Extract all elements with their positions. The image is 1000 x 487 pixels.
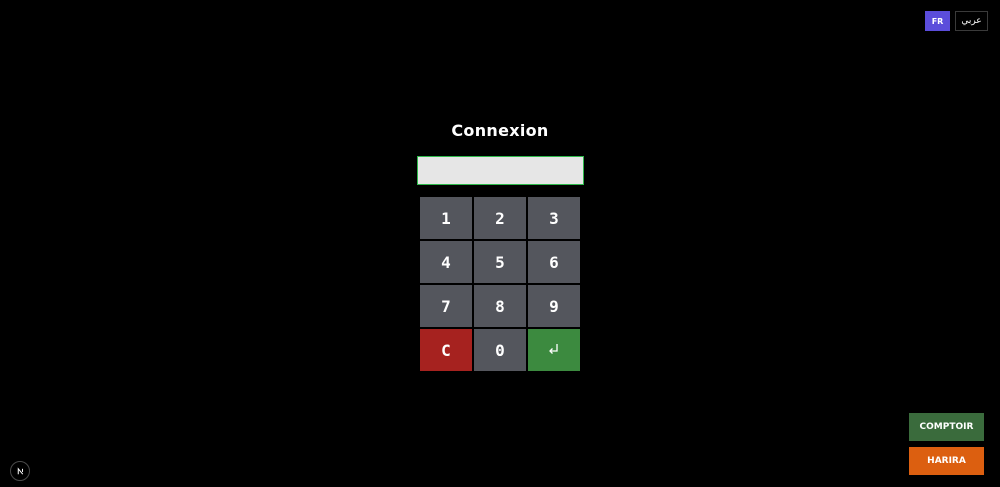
key-6[interactable]: 6	[528, 241, 580, 283]
key-0[interactable]: 0	[474, 329, 526, 371]
key-1[interactable]: 1	[420, 197, 472, 239]
nextjs-logo-icon[interactable]	[10, 461, 30, 481]
harira-button[interactable]: HARIRA	[909, 447, 984, 475]
pin-input[interactable]	[417, 156, 584, 185]
keypad: 1 2 3 4 5 6 7 8 9 C 0	[420, 197, 580, 371]
key-9[interactable]: 9	[528, 285, 580, 327]
lang-ar-button[interactable]: عربي	[955, 11, 988, 31]
lang-fr-button[interactable]: FR	[925, 11, 950, 31]
comptoir-button[interactable]: COMPTOIR	[909, 413, 984, 441]
key-5[interactable]: 5	[474, 241, 526, 283]
key-8[interactable]: 8	[474, 285, 526, 327]
clear-button[interactable]: C	[420, 329, 472, 371]
enter-icon	[547, 341, 561, 360]
key-2[interactable]: 2	[474, 197, 526, 239]
key-4[interactable]: 4	[420, 241, 472, 283]
key-3[interactable]: 3	[528, 197, 580, 239]
key-7[interactable]: 7	[420, 285, 472, 327]
enter-button[interactable]	[528, 329, 580, 371]
page-title: Connexion	[451, 121, 549, 140]
language-switch: FR عربي	[925, 11, 988, 31]
